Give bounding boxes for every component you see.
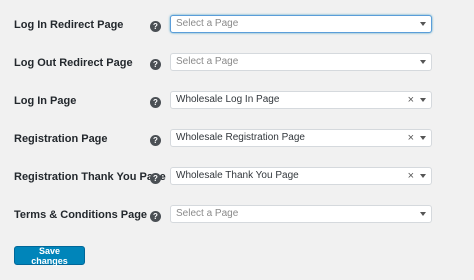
clear-icon[interactable]: × bbox=[408, 169, 414, 183]
select-placeholder: Select a Page bbox=[176, 18, 239, 29]
chevron-down-icon[interactable] bbox=[420, 60, 426, 64]
logout-redirect-page-select[interactable]: Select a Page bbox=[170, 53, 432, 71]
question-icon[interactable]: ? bbox=[150, 59, 161, 70]
question-icon[interactable]: ? bbox=[150, 21, 161, 32]
question-icon[interactable]: ? bbox=[150, 211, 161, 222]
chevron-down-icon[interactable] bbox=[420, 22, 426, 26]
registration-thank-you-page-select[interactable]: Wholesale Thank You Page × bbox=[170, 167, 432, 185]
setting-row-registration-thank-you: Registration Thank You Page ? Wholesale … bbox=[0, 167, 474, 191]
setting-label: Registration Thank You Page bbox=[14, 171, 166, 183]
select-value: Wholesale Registration Page bbox=[176, 132, 305, 143]
setting-row-terms-conditions: Terms & Conditions Page ? Select a Page bbox=[0, 205, 474, 229]
login-redirect-page-select[interactable]: Select a Page bbox=[170, 15, 432, 33]
select-value: Wholesale Log In Page bbox=[176, 94, 280, 105]
chevron-down-icon[interactable] bbox=[420, 212, 426, 216]
setting-row-login-page: Log In Page ? Wholesale Log In Page × bbox=[0, 91, 474, 115]
login-page-select[interactable]: Wholesale Log In Page × bbox=[170, 91, 432, 109]
setting-row-login-redirect: Log In Redirect Page ? Select a Page bbox=[0, 15, 474, 39]
select-value: Wholesale Thank You Page bbox=[176, 170, 299, 181]
question-icon[interactable]: ? bbox=[150, 135, 161, 146]
chevron-down-icon[interactable] bbox=[420, 136, 426, 140]
registration-page-select[interactable]: Wholesale Registration Page × bbox=[170, 129, 432, 147]
select-placeholder: Select a Page bbox=[176, 208, 239, 219]
chevron-down-icon[interactable] bbox=[420, 174, 426, 178]
terms-conditions-page-select[interactable]: Select a Page bbox=[170, 205, 432, 223]
setting-row-registration-page: Registration Page ? Wholesale Registrati… bbox=[0, 129, 474, 153]
setting-row-logout-redirect: Log Out Redirect Page ? Select a Page bbox=[0, 53, 474, 77]
save-changes-button[interactable]: Save changes bbox=[14, 246, 85, 266]
question-icon[interactable]: ? bbox=[150, 173, 161, 184]
clear-icon[interactable]: × bbox=[408, 93, 414, 107]
setting-label: Log Out Redirect Page bbox=[14, 57, 133, 69]
setting-label: Terms & Conditions Page bbox=[14, 209, 148, 221]
clear-icon[interactable]: × bbox=[408, 131, 414, 145]
setting-label: Log In Redirect Page bbox=[14, 19, 124, 31]
setting-label: Log In Page bbox=[14, 95, 77, 107]
question-icon[interactable]: ? bbox=[150, 97, 161, 108]
setting-label: Registration Page bbox=[14, 133, 108, 145]
select-placeholder: Select a Page bbox=[176, 56, 239, 67]
chevron-down-icon[interactable] bbox=[420, 98, 426, 102]
